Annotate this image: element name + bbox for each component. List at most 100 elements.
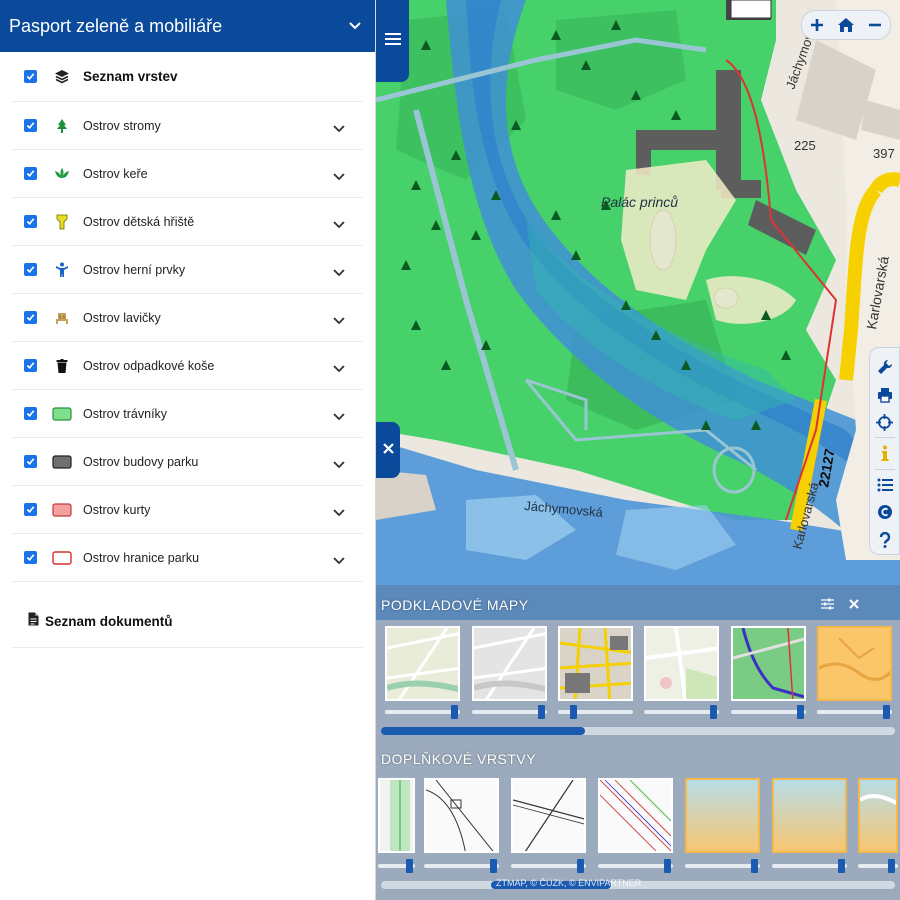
documents-heading-row[interactable]: Seznam dokumentů (12, 596, 363, 648)
playground-icon (51, 211, 73, 233)
layer-row[interactable]: Ostrov odpadkové koše (12, 342, 363, 390)
tree-icon (51, 115, 73, 137)
chevron-down-icon[interactable] (333, 504, 345, 522)
map-label-house: 397 (873, 146, 895, 161)
chevron-down-icon[interactable] (333, 552, 345, 570)
zoom-control (801, 10, 891, 40)
layer-checkbox[interactable] (24, 167, 37, 180)
panel-header[interactable]: Pasport zeleně a mobiliáře (0, 0, 375, 52)
layer-label: Ostrov odpadkové koše (83, 358, 215, 373)
close-icon (382, 441, 394, 459)
chevron-down-icon[interactable] (333, 216, 345, 234)
layers-heading-row[interactable]: Seznam vrstev (12, 52, 363, 102)
opacity-slider[interactable] (644, 705, 719, 719)
overlay-thumb[interactable] (378, 778, 415, 853)
basemaps-scrollbar[interactable] (381, 727, 895, 735)
map-view[interactable]: Palác princů Jáchymovská Karlovarská 221… (376, 0, 900, 900)
opacity-slider[interactable] (558, 705, 633, 719)
chevron-down-icon[interactable] (349, 22, 361, 30)
layer-row[interactable]: Ostrov keře (12, 150, 363, 198)
layer-row[interactable]: Ostrov hranice parku (12, 534, 363, 582)
layer-label: Ostrov herní prvky (83, 262, 186, 277)
bench-icon (51, 307, 73, 329)
layer-row[interactable]: Ostrov herní prvky (12, 246, 363, 294)
opacity-slider[interactable] (424, 859, 499, 873)
overlay-thumb[interactable] (511, 778, 586, 853)
zoom-out-button[interactable] (862, 12, 888, 38)
layer-row[interactable]: Ostrov stromy (12, 102, 363, 150)
crosshair-icon[interactable] (873, 409, 897, 435)
opacity-slider[interactable] (731, 705, 806, 719)
wrench-icon[interactable] (873, 354, 897, 380)
info-icon[interactable] (873, 440, 897, 466)
overlay-thumb[interactable] (424, 778, 499, 853)
layer-checkbox[interactable] (24, 311, 37, 324)
layer-label: Ostrov kurty (83, 502, 151, 517)
layer-checkbox[interactable] (24, 551, 37, 564)
layers-master-checkbox[interactable] (24, 70, 37, 83)
panel-title: Pasport zeleně a mobiliáře (9, 15, 223, 36)
layer-checkbox[interactable] (24, 215, 37, 228)
chevron-down-icon[interactable] (333, 456, 345, 474)
boundary-swatch-icon (51, 547, 73, 569)
layer-label: Ostrov dětská hřiště (83, 214, 195, 229)
opacity-slider[interactable] (511, 859, 586, 873)
chevron-down-icon[interactable] (333, 312, 345, 330)
overlay-thumb[interactable] (772, 778, 847, 853)
layer-row[interactable]: Ostrov kurty (12, 486, 363, 534)
opacity-slider[interactable] (685, 859, 760, 873)
layer-checkbox[interactable] (24, 407, 37, 420)
chevron-down-icon[interactable] (333, 168, 345, 186)
opacity-slider[interactable] (858, 859, 898, 873)
basemap-thumb-grayscale[interactable] (472, 626, 547, 701)
legend-list-icon[interactable] (873, 472, 897, 498)
layers-panel: Pasport zeleně a mobiliáře Seznam vrstev… (0, 0, 376, 900)
home-icon[interactable] (833, 12, 859, 38)
lawn-swatch-icon (51, 403, 73, 425)
basemap-thumb-streets[interactable] (385, 626, 460, 701)
layer-label: Ostrov hranice parku (83, 550, 200, 565)
layer-checkbox[interactable] (24, 263, 37, 276)
basemap-thumb-topo[interactable] (644, 626, 719, 701)
collapse-panel-button[interactable] (376, 422, 400, 478)
layer-row[interactable]: Ostrov trávníky (12, 390, 363, 438)
zoom-in-button[interactable] (804, 12, 830, 38)
settings-sliders-icon[interactable] (818, 595, 836, 613)
trash-bin-icon (51, 355, 73, 377)
basemap-thumb-cadastral[interactable] (558, 626, 633, 701)
overlays-title: DOPLŇKOVÉ VRSTVY (381, 751, 537, 767)
layer-row[interactable]: Ostrov budovy parku (12, 438, 363, 486)
overlay-thumb[interactable] (598, 778, 673, 853)
layer-checkbox[interactable] (24, 503, 37, 516)
menu-button[interactable] (376, 0, 409, 82)
opacity-slider[interactable] (598, 859, 673, 873)
copyright-icon[interactable] (873, 499, 897, 525)
opacity-slider[interactable] (472, 705, 547, 719)
layer-label: Ostrov trávníky (83, 406, 168, 421)
layer-checkbox[interactable] (24, 455, 37, 468)
opacity-slider[interactable] (385, 705, 460, 719)
layer-checkbox[interactable] (24, 119, 37, 132)
chevron-down-icon[interactable] (333, 120, 345, 138)
print-icon[interactable] (873, 381, 897, 407)
opacity-slider[interactable] (817, 705, 892, 719)
basemap-thumb-green-theme[interactable] (731, 626, 806, 701)
overlay-thumb[interactable] (858, 778, 898, 853)
opacity-slider[interactable] (772, 859, 847, 873)
layer-checkbox[interactable] (24, 359, 37, 372)
layer-row[interactable]: Ostrov dětská hřiště (12, 198, 363, 246)
chevron-down-icon[interactable] (333, 408, 345, 426)
layer-row[interactable]: Ostrov lavičky (12, 294, 363, 342)
chevron-down-icon[interactable] (333, 264, 345, 282)
chevron-down-icon[interactable] (333, 360, 345, 378)
hamburger-icon (384, 32, 401, 51)
documents-heading: Seznam dokumentů (45, 614, 173, 629)
help-icon[interactable] (873, 527, 897, 553)
attribution-text: ZTMAP, © ČÚZK, © ENVIPARTNER (496, 878, 642, 888)
court-swatch-icon (51, 499, 73, 521)
close-icon[interactable] (845, 595, 863, 613)
basemap-thumb-orthophoto[interactable] (817, 626, 892, 701)
opacity-slider[interactable] (378, 859, 415, 873)
toolbar-divider (874, 437, 895, 439)
overlay-thumb[interactable] (685, 778, 760, 853)
